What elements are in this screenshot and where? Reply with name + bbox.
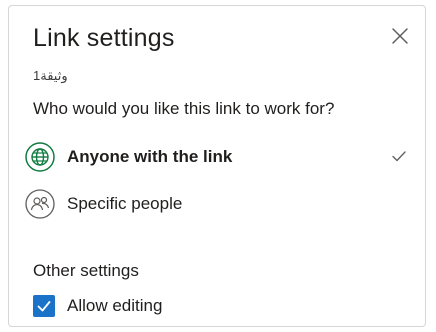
people-icon [25, 189, 55, 219]
dialog-title: Link settings [33, 24, 175, 52]
allow-editing-label: Allow editing [67, 296, 163, 315]
close-button[interactable] [389, 25, 411, 47]
document-name: وثيقة1 [33, 68, 68, 83]
option-anyone-with-link[interactable]: Anyone with the link [23, 139, 415, 175]
link-audience-question: Who would you like this link to work for… [33, 99, 335, 118]
other-settings-heading: Other settings [33, 261, 139, 280]
option-specific-label: Specific people [67, 194, 183, 213]
option-anyone-label: Anyone with the link [67, 147, 233, 166]
allow-editing-checkbox[interactable] [33, 295, 55, 317]
option-specific-people[interactable]: Specific people [23, 186, 415, 222]
link-settings-panel: Link settings وثيقة1 Who would you like … [8, 5, 426, 327]
globe-icon [25, 142, 55, 172]
checkmark-icon [392, 151, 406, 162]
allow-editing-toggle[interactable]: Allow editing [33, 293, 162, 319]
close-icon [392, 28, 408, 44]
checkmark-icon [37, 301, 51, 312]
